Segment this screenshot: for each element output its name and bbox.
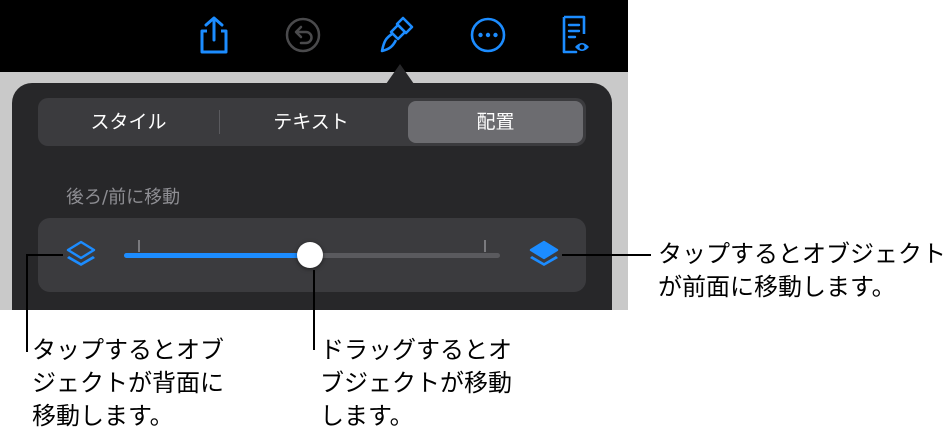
section-label-move: 後ろ/前に移動 [66, 187, 181, 208]
layer-slider-thumb[interactable] [297, 242, 323, 268]
slider-tick-start [138, 240, 140, 252]
callout-line: ブジェクトが移動 [320, 369, 512, 397]
bring-forward-icon[interactable] [527, 236, 561, 276]
callout-line: タップするとオブ [32, 336, 224, 364]
undo-icon[interactable] [283, 14, 323, 56]
slider-tick-end [484, 240, 486, 252]
callout-slider: ドラッグするとオ ブジェクトが移動 します。 [320, 334, 512, 433]
callout-slider-leader [313, 270, 315, 350]
callout-line: ジェクトが背面に [32, 369, 224, 397]
layer-slider-fill [124, 253, 310, 258]
callout-bring-forward: タップするとオブジェクト が前面に移動します。 [658, 238, 946, 304]
toolbar [0, 0, 628, 72]
callout-line: が前面に移動します。 [658, 273, 896, 301]
tab-divider [219, 110, 220, 134]
share-icon[interactable] [194, 14, 234, 56]
callout-line: タップするとオブジェクト [658, 240, 946, 268]
callout-send-backward: タップするとオブ ジェクトが背面に 移動します。 [32, 334, 224, 433]
ipad-screen: スタイル テキスト 配置 後ろ/前に移動 [0, 0, 628, 310]
tab-text[interactable]: テキスト [222, 101, 400, 143]
callout-front-leader [562, 254, 651, 256]
send-backward-icon[interactable] [64, 236, 98, 276]
callout-back-leader-v [26, 254, 28, 352]
more-icon[interactable] [468, 14, 508, 56]
format-brush-icon[interactable] [376, 14, 416, 56]
popover-caret [386, 64, 414, 84]
reader-view-icon[interactable] [555, 14, 595, 56]
tab-style[interactable]: スタイル [41, 101, 216, 143]
callout-line: 移動します。 [32, 402, 174, 430]
tab-bar: スタイル テキスト 配置 [38, 98, 586, 146]
callout-line: します。 [320, 402, 414, 430]
tab-arrange[interactable]: 配置 [408, 101, 583, 143]
callout-line: ドラッグするとオ [320, 336, 512, 364]
callout-back-leader-h [26, 254, 63, 256]
